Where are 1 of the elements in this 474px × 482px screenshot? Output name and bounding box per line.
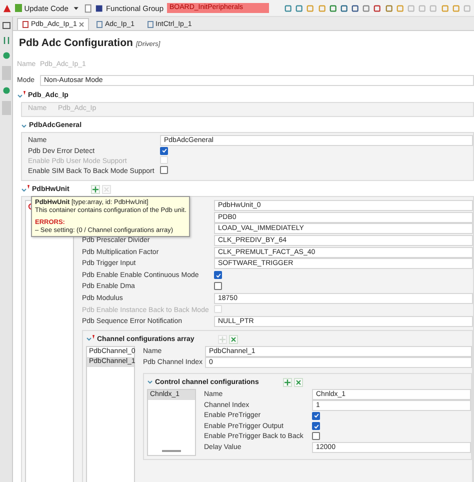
page-title: Pdb Adc Configuration (19, 37, 133, 49)
